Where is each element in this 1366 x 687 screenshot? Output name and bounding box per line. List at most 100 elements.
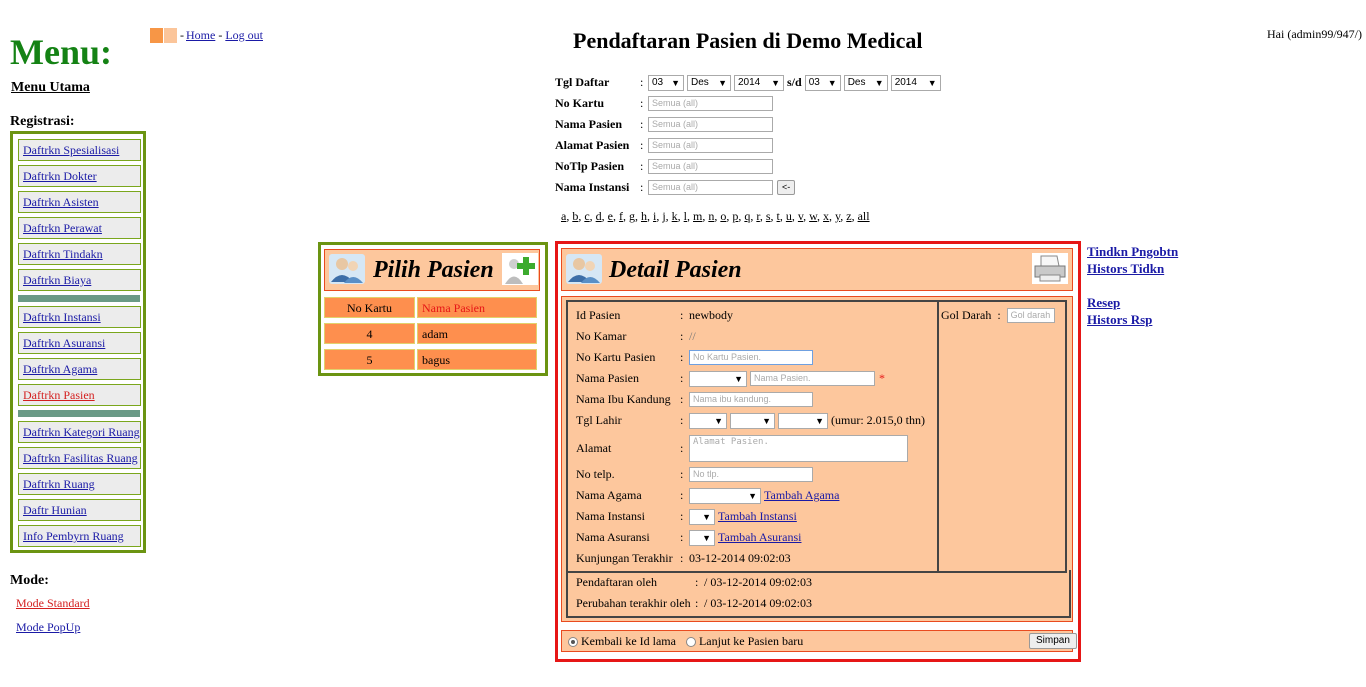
simpan-button[interactable]: Simpan — [1029, 633, 1077, 649]
row-pendaftaran-oleh: Pendaftaran oleh : / 03-12-2014 09:02:03 — [576, 572, 812, 593]
colon: : — [680, 350, 684, 364]
nama-pasien-input[interactable]: Semua (all) — [648, 117, 773, 132]
menu-item-kategori-ruang[interactable]: Daftrkn Kategori Ruang — [18, 421, 141, 443]
menu-item-spesialisasi[interactable]: Daftrkn Spesialisasi — [18, 139, 141, 161]
from-year-select[interactable]: 2014 ▼ — [734, 74, 784, 91]
row-gol-darah: Gol Darah : Gol darah — [941, 305, 1055, 326]
table-row-nama[interactable]: adam — [417, 323, 537, 344]
alamat-label: Alamat — [576, 440, 612, 455]
nama-instansi-input[interactable]: Semua (all) — [648, 180, 773, 195]
radio-lanjut-label[interactable]: Lanjut ke Pasien baru — [699, 634, 803, 649]
pilih-pasien-title: Pilih Pasien — [373, 257, 494, 283]
detail-pasien-panel: Detail Pasien Id Pasien : newbody No Kam… — [555, 241, 1081, 662]
alamat-pasien-input[interactable]: Semua (all) — [648, 138, 773, 153]
menu-item-perawat[interactable]: Daftrkn Perawat — [18, 217, 141, 239]
tambah-asuransi-link[interactable]: Tambah Asuransi — [718, 530, 801, 545]
histori-resep-link[interactable]: Histors Rsp — [1087, 311, 1178, 328]
to-month-select[interactable]: Des ▼ — [843, 74, 888, 91]
notlp-pasien-input[interactable]: Semua (all) — [648, 159, 773, 174]
instansi-select[interactable]: ▼ — [689, 508, 715, 525]
radio-lanjut[interactable] — [685, 636, 696, 647]
menu-item-dokter[interactable]: Daftrkn Dokter — [18, 165, 141, 187]
row-tgl-lahir: Tgl Lahir : ▼ ▼ ▼ (umur: 2.015,0 thn) — [576, 410, 925, 431]
agama-label: Nama Agama — [576, 488, 642, 502]
radio-kembali-label[interactable]: Kembali ke Id lama — [581, 634, 676, 649]
from-month-select[interactable]: Des ▼ — [687, 74, 731, 91]
kunjungan-value: 03-12-2014 09:02:03 — [689, 551, 791, 565]
colon: : — [695, 575, 699, 589]
umur-text: (umur: 2.015,0 thn) — [831, 413, 925, 427]
gol-darah-area: Gol Darah : Gol darah — [935, 300, 1067, 573]
to-year-select[interactable]: 2014 ▼ — [890, 74, 941, 91]
birth-year-select[interactable]: ▼ — [778, 412, 828, 429]
to-day-select[interactable]: 03 ▼ — [804, 74, 841, 91]
pendaftaran-oleh-value: / 03-12-2014 09:02:03 — [704, 575, 812, 589]
alamat-textarea[interactable]: Alamat Pasien. — [689, 434, 908, 462]
chevron-down-icon: ▼ — [748, 490, 757, 501]
alphabet-link-all[interactable]: all — [858, 209, 870, 223]
chevron-down-icon: ▼ — [671, 77, 680, 88]
id-pasien-label: Id Pasien — [576, 308, 621, 322]
id-pasien-value: newbody — [689, 308, 733, 322]
menu-item-asisten[interactable]: Daftrkn Asisten — [18, 191, 141, 213]
printer-icon[interactable] — [1032, 253, 1068, 284]
birth-day-select[interactable]: ▼ — [689, 412, 727, 429]
alphabet-link-w[interactable]: w — [809, 209, 817, 223]
menu-item-fasilitas-ruang[interactable]: Daftrkn Fasilitas Ruang — [18, 447, 141, 469]
asuransi-select[interactable]: ▼ — [689, 529, 715, 546]
nama-pasien-input[interactable]: Nama Pasien. — [750, 371, 875, 386]
radio-kembali[interactable] — [568, 636, 578, 647]
logout-link[interactable]: Log out — [225, 28, 263, 43]
tindakan-pengobatan-link[interactable]: Tindkn Pngobtn — [1087, 243, 1178, 260]
menu-item-biaya[interactable]: Daftrkn Biaya — [18, 269, 141, 291]
from-day-select[interactable]: 03 ▼ — [648, 74, 684, 91]
menu-item-agama[interactable]: Daftrkn Agama — [18, 358, 141, 380]
table-row-no-kartu[interactable]: 5 — [324, 349, 415, 370]
radio-group: Kembali ke Id lama Lanjut ke Pasien baru — [568, 634, 803, 649]
nama-ibu-input[interactable]: Nama ibu kandung. — [689, 392, 813, 407]
colon: : — [680, 371, 684, 385]
mode-standard-link[interactable]: Mode Standard — [16, 596, 90, 611]
tambah-instansi-link[interactable]: Tambah Instansi — [718, 509, 797, 524]
no-kartu-pasien-input[interactable]: No Kartu Pasien. — [689, 350, 813, 365]
alphabet-link-m[interactable]: m — [693, 209, 702, 223]
menu-utama-link[interactable]: Menu Utama — [11, 80, 90, 96]
colon: : — [680, 308, 684, 322]
add-patient-icon[interactable] — [502, 253, 538, 285]
perubahan-terakhir-value: / 03-12-2014 09:02:03 — [704, 596, 812, 610]
no-kartu-input[interactable]: Semua (all) — [648, 96, 773, 111]
table-row-no-kartu[interactable]: 4 — [324, 323, 415, 344]
no-telp-input[interactable]: No tlp. — [689, 467, 813, 482]
menu-item-instansi[interactable]: Daftrkn Instansi — [18, 306, 141, 328]
logo-square-icon — [150, 28, 163, 43]
menu-item-tindakn[interactable]: Daftrkn Tindakn — [18, 243, 141, 265]
histori-tindakan-link[interactable]: Histors Tidkn — [1087, 260, 1178, 277]
row-no-kartu-pasien: No Kartu Pasien : No Kartu Pasien. — [576, 347, 813, 368]
col-nama-pasien-header[interactable]: Nama Pasien — [417, 297, 537, 318]
chevron-down-icon: ▼ — [827, 77, 837, 88]
filter-row-tgl-daftar: Tgl Daftar : 03 ▼ Des ▼ 2014 ▼ s/d 03 ▼ Des ▼… — [555, 72, 944, 93]
chevron-down-icon: ▼ — [815, 415, 824, 426]
mode-popup-link[interactable]: Mode PopUp — [16, 620, 80, 635]
menu-item-asuransi[interactable]: Daftrkn Asuransi — [18, 332, 141, 354]
search-go-button[interactable]: <- — [777, 180, 796, 195]
alamat-pasien-label: Alamat Pasien — [555, 138, 630, 152]
tambah-agama-link[interactable]: Tambah Agama — [764, 488, 839, 503]
birth-month-select[interactable]: ▼ — [730, 412, 775, 429]
menu-item-pembyrn-ruang[interactable]: Info Pembyrn Ruang — [18, 525, 141, 547]
resep-link[interactable]: Resep — [1087, 294, 1178, 311]
menu-item-hunian[interactable]: Daftr Hunian — [18, 499, 141, 521]
detail-pasien-header: Detail Pasien — [561, 248, 1073, 291]
title-select[interactable]: ▼ — [689, 370, 747, 387]
row-nama-pasien: Nama Pasien : ▼ Nama Pasien. * — [576, 368, 885, 389]
agama-select[interactable]: ▼ — [689, 487, 761, 504]
table-row-nama[interactable]: bagus — [417, 349, 537, 370]
colon: : — [640, 180, 644, 194]
home-link[interactable]: Home — [186, 28, 215, 43]
menu-item-pasien[interactable]: Daftrkn Pasien — [18, 384, 141, 406]
menu-item-ruang[interactable]: Daftrkn Ruang — [18, 473, 141, 495]
gol-darah-input[interactable]: Gol darah — [1006, 308, 1055, 323]
no-kamar-label: No Kamar — [576, 329, 627, 343]
row-instansi: Nama Instansi : ▼ Tambah Instansi — [576, 506, 797, 527]
user-greeting: Hai (admin99/947/) — [1267, 27, 1362, 41]
